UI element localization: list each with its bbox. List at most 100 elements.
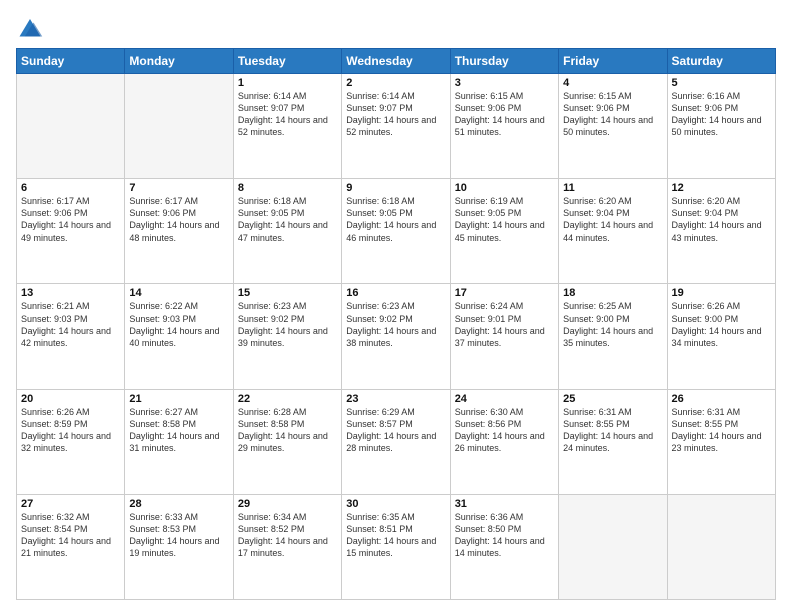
cell-details: Sunrise: 6:32 AM Sunset: 8:54 PM Dayligh… (21, 511, 120, 560)
calendar-cell (17, 74, 125, 179)
calendar-cell: 12Sunrise: 6:20 AM Sunset: 9:04 PM Dayli… (667, 179, 775, 284)
day-number: 1 (238, 77, 337, 89)
calendar-cell: 15Sunrise: 6:23 AM Sunset: 9:02 PM Dayli… (233, 284, 341, 389)
calendar-cell (125, 74, 233, 179)
cell-details: Sunrise: 6:26 AM Sunset: 9:00 PM Dayligh… (672, 300, 771, 349)
day-number: 13 (21, 287, 120, 299)
day-number: 22 (238, 393, 337, 405)
cell-details: Sunrise: 6:27 AM Sunset: 8:58 PM Dayligh… (129, 406, 228, 455)
calendar-header-monday: Monday (125, 49, 233, 74)
calendar-cell: 25Sunrise: 6:31 AM Sunset: 8:55 PM Dayli… (559, 389, 667, 494)
calendar-header-friday: Friday (559, 49, 667, 74)
calendar-cell: 18Sunrise: 6:25 AM Sunset: 9:00 PM Dayli… (559, 284, 667, 389)
calendar-week-4: 20Sunrise: 6:26 AM Sunset: 8:59 PM Dayli… (17, 389, 776, 494)
cell-details: Sunrise: 6:15 AM Sunset: 9:06 PM Dayligh… (455, 90, 554, 139)
logo (16, 12, 48, 40)
day-number: 31 (455, 498, 554, 510)
calendar-header-tuesday: Tuesday (233, 49, 341, 74)
cell-details: Sunrise: 6:23 AM Sunset: 9:02 PM Dayligh… (238, 300, 337, 349)
day-number: 3 (455, 77, 554, 89)
cell-details: Sunrise: 6:31 AM Sunset: 8:55 PM Dayligh… (563, 406, 662, 455)
calendar-week-2: 6Sunrise: 6:17 AM Sunset: 9:06 PM Daylig… (17, 179, 776, 284)
calendar-cell: 21Sunrise: 6:27 AM Sunset: 8:58 PM Dayli… (125, 389, 233, 494)
calendar-cell: 31Sunrise: 6:36 AM Sunset: 8:50 PM Dayli… (450, 494, 558, 599)
cell-details: Sunrise: 6:19 AM Sunset: 9:05 PM Dayligh… (455, 195, 554, 244)
cell-details: Sunrise: 6:29 AM Sunset: 8:57 PM Dayligh… (346, 406, 445, 455)
cell-details: Sunrise: 6:34 AM Sunset: 8:52 PM Dayligh… (238, 511, 337, 560)
calendar-cell: 30Sunrise: 6:35 AM Sunset: 8:51 PM Dayli… (342, 494, 450, 599)
cell-details: Sunrise: 6:18 AM Sunset: 9:05 PM Dayligh… (238, 195, 337, 244)
calendar-cell: 13Sunrise: 6:21 AM Sunset: 9:03 PM Dayli… (17, 284, 125, 389)
calendar-cell: 23Sunrise: 6:29 AM Sunset: 8:57 PM Dayli… (342, 389, 450, 494)
cell-details: Sunrise: 6:20 AM Sunset: 9:04 PM Dayligh… (563, 195, 662, 244)
calendar-cell: 10Sunrise: 6:19 AM Sunset: 9:05 PM Dayli… (450, 179, 558, 284)
calendar-cell: 1Sunrise: 6:14 AM Sunset: 9:07 PM Daylig… (233, 74, 341, 179)
cell-details: Sunrise: 6:14 AM Sunset: 9:07 PM Dayligh… (346, 90, 445, 139)
day-number: 9 (346, 182, 445, 194)
cell-details: Sunrise: 6:26 AM Sunset: 8:59 PM Dayligh… (21, 406, 120, 455)
day-number: 14 (129, 287, 228, 299)
calendar-header-row: SundayMondayTuesdayWednesdayThursdayFrid… (17, 49, 776, 74)
day-number: 28 (129, 498, 228, 510)
cell-details: Sunrise: 6:28 AM Sunset: 8:58 PM Dayligh… (238, 406, 337, 455)
cell-details: Sunrise: 6:25 AM Sunset: 9:00 PM Dayligh… (563, 300, 662, 349)
day-number: 11 (563, 182, 662, 194)
calendar-cell: 7Sunrise: 6:17 AM Sunset: 9:06 PM Daylig… (125, 179, 233, 284)
calendar-cell: 9Sunrise: 6:18 AM Sunset: 9:05 PM Daylig… (342, 179, 450, 284)
calendar-cell: 6Sunrise: 6:17 AM Sunset: 9:06 PM Daylig… (17, 179, 125, 284)
day-number: 19 (672, 287, 771, 299)
calendar-cell: 26Sunrise: 6:31 AM Sunset: 8:55 PM Dayli… (667, 389, 775, 494)
calendar-cell: 27Sunrise: 6:32 AM Sunset: 8:54 PM Dayli… (17, 494, 125, 599)
day-number: 27 (21, 498, 120, 510)
day-number: 16 (346, 287, 445, 299)
calendar-header-wednesday: Wednesday (342, 49, 450, 74)
calendar-cell: 2Sunrise: 6:14 AM Sunset: 9:07 PM Daylig… (342, 74, 450, 179)
calendar-cell: 16Sunrise: 6:23 AM Sunset: 9:02 PM Dayli… (342, 284, 450, 389)
cell-details: Sunrise: 6:35 AM Sunset: 8:51 PM Dayligh… (346, 511, 445, 560)
cell-details: Sunrise: 6:31 AM Sunset: 8:55 PM Dayligh… (672, 406, 771, 455)
cell-details: Sunrise: 6:17 AM Sunset: 9:06 PM Dayligh… (21, 195, 120, 244)
calendar-cell: 28Sunrise: 6:33 AM Sunset: 8:53 PM Dayli… (125, 494, 233, 599)
calendar-week-5: 27Sunrise: 6:32 AM Sunset: 8:54 PM Dayli… (17, 494, 776, 599)
calendar-cell: 20Sunrise: 6:26 AM Sunset: 8:59 PM Dayli… (17, 389, 125, 494)
day-number: 7 (129, 182, 228, 194)
calendar-week-3: 13Sunrise: 6:21 AM Sunset: 9:03 PM Dayli… (17, 284, 776, 389)
calendar-cell: 4Sunrise: 6:15 AM Sunset: 9:06 PM Daylig… (559, 74, 667, 179)
calendar-cell: 14Sunrise: 6:22 AM Sunset: 9:03 PM Dayli… (125, 284, 233, 389)
page: SundayMondayTuesdayWednesdayThursdayFrid… (0, 0, 792, 612)
cell-details: Sunrise: 6:18 AM Sunset: 9:05 PM Dayligh… (346, 195, 445, 244)
cell-details: Sunrise: 6:30 AM Sunset: 8:56 PM Dayligh… (455, 406, 554, 455)
calendar-cell: 3Sunrise: 6:15 AM Sunset: 9:06 PM Daylig… (450, 74, 558, 179)
day-number: 18 (563, 287, 662, 299)
calendar-week-1: 1Sunrise: 6:14 AM Sunset: 9:07 PM Daylig… (17, 74, 776, 179)
calendar-cell: 11Sunrise: 6:20 AM Sunset: 9:04 PM Dayli… (559, 179, 667, 284)
calendar-cell: 29Sunrise: 6:34 AM Sunset: 8:52 PM Dayli… (233, 494, 341, 599)
logo-icon (16, 12, 44, 40)
cell-details: Sunrise: 6:20 AM Sunset: 9:04 PM Dayligh… (672, 195, 771, 244)
day-number: 4 (563, 77, 662, 89)
cell-details: Sunrise: 6:33 AM Sunset: 8:53 PM Dayligh… (129, 511, 228, 560)
cell-details: Sunrise: 6:24 AM Sunset: 9:01 PM Dayligh… (455, 300, 554, 349)
cell-details: Sunrise: 6:36 AM Sunset: 8:50 PM Dayligh… (455, 511, 554, 560)
day-number: 23 (346, 393, 445, 405)
day-number: 21 (129, 393, 228, 405)
cell-details: Sunrise: 6:21 AM Sunset: 9:03 PM Dayligh… (21, 300, 120, 349)
day-number: 29 (238, 498, 337, 510)
cell-details: Sunrise: 6:14 AM Sunset: 9:07 PM Dayligh… (238, 90, 337, 139)
calendar-cell: 22Sunrise: 6:28 AM Sunset: 8:58 PM Dayli… (233, 389, 341, 494)
cell-details: Sunrise: 6:22 AM Sunset: 9:03 PM Dayligh… (129, 300, 228, 349)
day-number: 12 (672, 182, 771, 194)
cell-details: Sunrise: 6:17 AM Sunset: 9:06 PM Dayligh… (129, 195, 228, 244)
day-number: 30 (346, 498, 445, 510)
calendar-table: SundayMondayTuesdayWednesdayThursdayFrid… (16, 48, 776, 600)
day-number: 17 (455, 287, 554, 299)
calendar-cell (559, 494, 667, 599)
calendar-cell: 19Sunrise: 6:26 AM Sunset: 9:00 PM Dayli… (667, 284, 775, 389)
day-number: 2 (346, 77, 445, 89)
day-number: 5 (672, 77, 771, 89)
calendar-cell (667, 494, 775, 599)
calendar-cell: 8Sunrise: 6:18 AM Sunset: 9:05 PM Daylig… (233, 179, 341, 284)
header (16, 12, 776, 40)
day-number: 10 (455, 182, 554, 194)
day-number: 8 (238, 182, 337, 194)
